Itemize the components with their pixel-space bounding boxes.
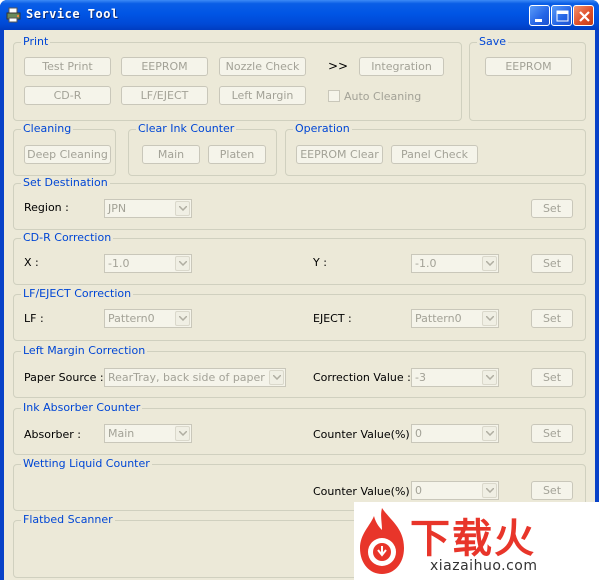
- left-margin-correction-set-button[interactable]: Set: [531, 368, 573, 387]
- correction-value-label: Correction Value :: [313, 371, 411, 384]
- chevron-down-icon: [175, 201, 190, 216]
- region-label: Region :: [24, 201, 69, 214]
- print-eeprom-button[interactable]: EEPROM: [121, 57, 208, 76]
- paper-source-label: Paper Source :: [24, 371, 104, 384]
- arrows-label: >>: [328, 59, 349, 73]
- clear-ink-counter-label: Clear Ink Counter: [136, 122, 237, 135]
- cleaning-group: Cleaning Deep Cleaning: [13, 122, 116, 176]
- nozzle-check-button[interactable]: Nozzle Check: [219, 57, 306, 76]
- watermark-url-text: xiazaihuo.com: [430, 558, 538, 574]
- panel-check-button[interactable]: Panel Check: [391, 145, 478, 164]
- cdr-button[interactable]: CD-R: [24, 86, 111, 105]
- chevron-down-icon: [175, 426, 190, 441]
- title-bar[interactable]: Service Tool: [0, 0, 599, 30]
- chevron-down-icon: [482, 311, 497, 326]
- absorber-counter-value: 0: [415, 427, 422, 440]
- set-destination-label: Set Destination: [21, 176, 110, 189]
- eject-value: Pattern0: [415, 312, 462, 325]
- set-destination-set-button[interactable]: Set: [531, 199, 573, 218]
- service-tool-window: Service Tool Print Test Print EEPROM Noz…: [0, 0, 599, 580]
- lf-eject-button[interactable]: LF/EJECT: [121, 86, 208, 105]
- paper-source-select[interactable]: RearTray, back side of paper: [104, 368, 286, 387]
- absorber-label: Absorber :: [24, 428, 81, 441]
- save-eeprom-button[interactable]: EEPROM: [485, 57, 572, 76]
- app-printer-icon: [6, 7, 21, 23]
- wetting-liquid-set-button[interactable]: Set: [531, 481, 573, 500]
- wetting-liquid-counter-label: Wetting Liquid Counter: [21, 457, 152, 470]
- left-margin-correction-label: Left Margin Correction: [21, 344, 148, 357]
- lf-eject-correction-label: LF/EJECT Correction: [21, 287, 134, 300]
- cdr-x-select[interactable]: -1.0: [104, 254, 192, 273]
- integration-button[interactable]: Integration: [359, 57, 444, 76]
- minimize-button[interactable]: [529, 5, 550, 26]
- watermark-cn-text: 下载火: [410, 516, 536, 562]
- lf-value: Pattern0: [108, 312, 155, 325]
- left-margin-button[interactable]: Left Margin: [219, 86, 306, 105]
- client-area: Print Test Print EEPROM Nozzle Check >> …: [4, 30, 595, 580]
- wetting-counter-value: 0: [415, 484, 422, 497]
- cdr-correction-set-button[interactable]: Set: [531, 254, 573, 273]
- clear-platen-button[interactable]: Platen: [208, 145, 266, 164]
- minimize-icon: [535, 19, 542, 22]
- close-icon: [579, 11, 590, 22]
- chevron-down-icon: [482, 256, 497, 271]
- wetting-counter-value-label: Counter Value(%) :: [313, 485, 417, 498]
- absorber-counter-value-select[interactable]: 0: [411, 424, 499, 443]
- watermark-flame-logo: [360, 508, 404, 574]
- ink-absorber-counter-label: Ink Absorber Counter: [21, 401, 143, 414]
- cdr-y-value: -1.0: [415, 257, 437, 270]
- print-group: Print Test Print EEPROM Nozzle Check >> …: [13, 35, 462, 121]
- absorber-select[interactable]: Main: [104, 424, 192, 443]
- watermark: 下载火 xiazaihuo.com: [354, 502, 599, 580]
- operation-group: Operation EEPROM Clear Panel Check: [285, 122, 586, 176]
- flatbed-scanner-label: Flatbed Scanner: [21, 513, 115, 526]
- lf-label: LF :: [24, 312, 44, 325]
- cdr-y-select[interactable]: -1.0: [411, 254, 499, 273]
- region-value: JPN: [108, 202, 127, 215]
- auto-cleaning-label: Auto Cleaning: [344, 90, 422, 103]
- clear-ink-counter-group: Clear Ink Counter Main Platen: [128, 122, 277, 176]
- save-group-label: Save: [477, 35, 509, 48]
- chevron-down-icon: [269, 370, 284, 385]
- wetting-counter-value-select[interactable]: 0: [411, 481, 499, 500]
- clear-main-button[interactable]: Main: [142, 145, 200, 164]
- chevron-down-icon: [175, 311, 190, 326]
- eeprom-clear-button[interactable]: EEPROM Clear: [296, 145, 383, 164]
- lf-eject-correction-set-button[interactable]: Set: [531, 309, 573, 328]
- lf-select[interactable]: Pattern0: [104, 309, 192, 328]
- chevron-down-icon: [482, 370, 497, 385]
- left-margin-correction-group: Left Margin Correction Paper Source : Re…: [13, 344, 586, 398]
- cdr-y-label: Y :: [313, 256, 327, 269]
- test-print-button[interactable]: Test Print: [24, 57, 111, 76]
- maximize-icon: [556, 10, 569, 22]
- lf-eject-correction-group: LF/EJECT Correction LF : Pattern0 EJECT …: [13, 287, 586, 341]
- paper-source-value: RearTray, back side of paper: [108, 371, 265, 384]
- cdr-x-label: X :: [24, 256, 39, 269]
- print-group-label: Print: [21, 35, 51, 48]
- ink-absorber-counter-group: Ink Absorber Counter Absorber : Main Cou…: [13, 401, 586, 455]
- window-title: Service Tool: [26, 7, 119, 21]
- cdr-correction-group: CD-R Correction X : -1.0 Y : -1.0 Set: [13, 231, 586, 285]
- absorber-value: Main: [108, 427, 135, 440]
- eject-select[interactable]: Pattern0: [411, 309, 499, 328]
- chevron-down-icon: [482, 483, 497, 498]
- set-destination-group: Set Destination Region : JPN Set: [13, 176, 586, 230]
- eject-label: EJECT :: [313, 312, 352, 325]
- operation-group-label: Operation: [293, 122, 352, 135]
- absorber-counter-value-label: Counter Value(%) :: [313, 428, 417, 441]
- chevron-down-icon: [175, 256, 190, 271]
- cleaning-group-label: Cleaning: [21, 122, 74, 135]
- deep-cleaning-button[interactable]: Deep Cleaning: [24, 145, 111, 164]
- cdr-correction-label: CD-R Correction: [21, 231, 114, 244]
- chevron-down-icon: [482, 426, 497, 441]
- correction-value-select[interactable]: -3: [411, 368, 499, 387]
- ink-absorber-set-button[interactable]: Set: [531, 424, 573, 443]
- correction-value: -3: [415, 371, 426, 384]
- save-group: Save EEPROM: [469, 35, 586, 121]
- maximize-button[interactable]: [551, 5, 572, 26]
- close-button[interactable]: [573, 5, 594, 26]
- auto-cleaning-checkbox[interactable]: [328, 90, 340, 102]
- region-select[interactable]: JPN: [104, 199, 192, 218]
- cdr-x-value: -1.0: [108, 257, 130, 270]
